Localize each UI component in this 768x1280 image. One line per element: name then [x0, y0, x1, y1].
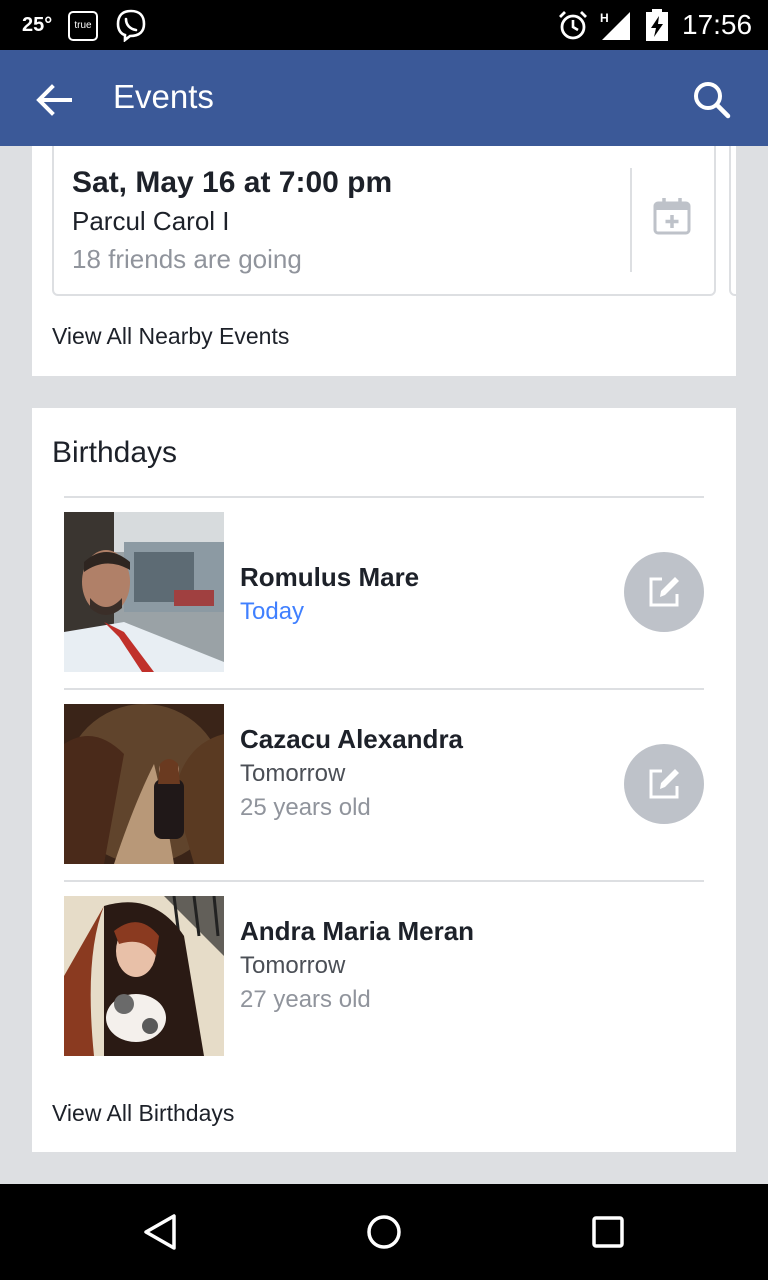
birthday-name[interactable]: Andra Maria Meran: [240, 916, 474, 947]
avatar[interactable]: [64, 704, 224, 864]
arrow-left-icon[interactable]: [30, 76, 78, 124]
clock-time: 17:56: [682, 9, 753, 40]
nav-back-icon[interactable]: [138, 1210, 182, 1254]
birthday-age: 25 years old: [240, 794, 371, 821]
svg-text:H: H: [600, 11, 609, 25]
event-friends-count: 18 friends are going: [72, 244, 302, 274]
alarm-icon: [559, 11, 587, 40]
event-place: Parcul Carol I: [72, 206, 230, 236]
calendar-add-icon[interactable]: [652, 196, 692, 236]
birthday-name[interactable]: Cazacu Alexandra: [240, 724, 463, 755]
list-item[interactable]: Romulus Mare Today: [64, 496, 704, 688]
battery-charging-icon: [646, 9, 668, 41]
page-title: Events: [113, 78, 214, 115]
birthday-date: Today: [240, 598, 305, 625]
write-post-button[interactable]: [624, 552, 704, 632]
temperature-label: 25°: [22, 14, 53, 36]
avatar[interactable]: [64, 512, 224, 672]
status-bar: 25° true H 17:56: [0, 0, 768, 50]
birthday-name[interactable]: Romulus Mare: [240, 562, 419, 593]
list-item[interactable]: Andra Maria Meran Tomorrow 27 years old: [64, 880, 704, 1072]
nav-recents-icon[interactable]: [586, 1210, 630, 1254]
birthdays-card: Birthdays Romulus Mare Today Cazacu Alex…: [32, 408, 736, 1152]
viber-icon: [116, 9, 146, 42]
birthday-age: 27 years old: [240, 986, 371, 1013]
write-post-button[interactable]: [624, 744, 704, 824]
list-item[interactable]: Cazacu Alexandra Tomorrow 25 years old: [64, 688, 704, 880]
carrier-badge: true: [68, 11, 98, 41]
event-item[interactable]: S Ad 17: [729, 146, 736, 296]
app-bar: Events: [0, 50, 768, 146]
divider: [630, 168, 632, 272]
view-all-nearby-events-link[interactable]: View All Nearby Events: [52, 323, 289, 350]
edit-icon: [649, 769, 679, 799]
avatar[interactable]: [64, 896, 224, 1056]
event-item[interactable]: Sat, May 16 at 7:00 pm Parcul Carol I 18…: [52, 146, 716, 296]
section-title: Birthdays: [52, 436, 178, 469]
birthday-date: Tomorrow: [240, 760, 346, 787]
edit-icon: [649, 577, 679, 607]
search-icon[interactable]: [688, 76, 736, 124]
nav-home-icon[interactable]: [362, 1210, 406, 1254]
nearby-events-card: Sat, May 16 at 7:00 pm Parcul Carol I 18…: [32, 146, 736, 376]
event-date: Sat, May 16 at 7:00 pm: [72, 166, 393, 199]
birthday-date: Tomorrow: [240, 952, 346, 979]
view-all-birthdays-link[interactable]: View All Birthdays: [52, 1100, 234, 1127]
navigation-bar: [0, 1184, 768, 1280]
signal-h-icon: H: [600, 11, 630, 40]
